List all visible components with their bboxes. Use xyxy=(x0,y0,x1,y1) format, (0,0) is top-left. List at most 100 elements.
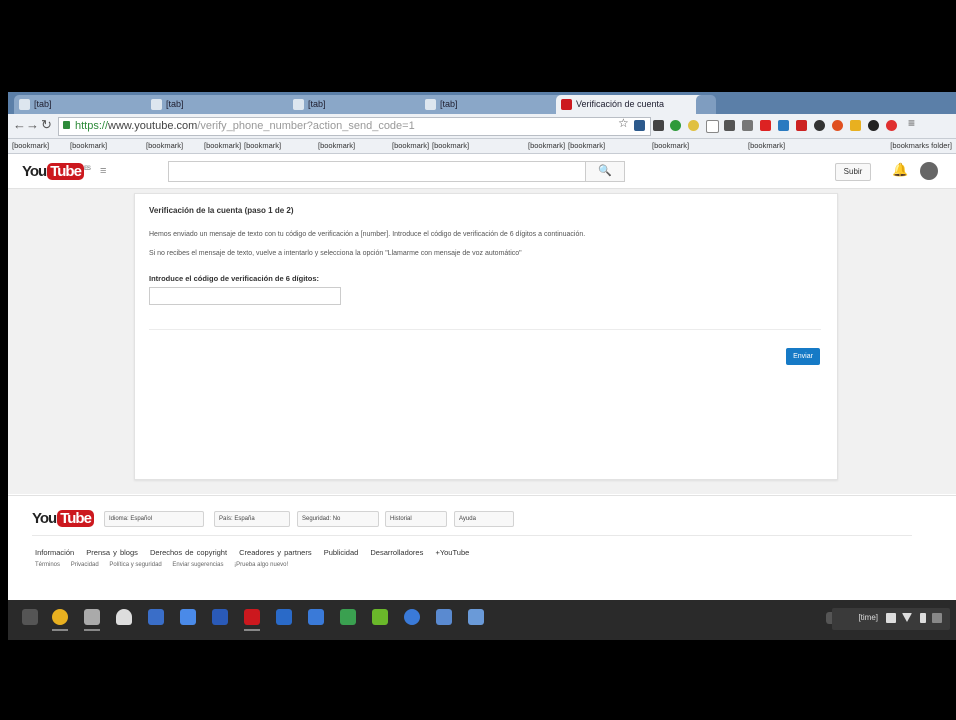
extension-icon[interactable] xyxy=(814,120,825,131)
keep-icon[interactable] xyxy=(308,609,324,625)
running-indicator xyxy=(52,629,68,631)
bookmark-item[interactable]: [bookmark] xyxy=(748,141,785,150)
calendar-icon[interactable] xyxy=(212,609,228,625)
footer-link[interactable]: ¡Prueba algo nuevo! xyxy=(234,562,288,568)
star-icon[interactable]: ☆ xyxy=(618,116,629,130)
clock: [time] xyxy=(858,613,878,622)
footer-youtube-logo[interactable]: You Tube xyxy=(32,510,94,527)
extension-icon[interactable] xyxy=(886,120,897,131)
bookmark-item[interactable]: [bookmark] xyxy=(204,141,241,150)
extension-icon[interactable] xyxy=(634,120,645,131)
photos-icon[interactable] xyxy=(468,609,484,625)
browser-tab[interactable]: [tab]× xyxy=(14,95,162,114)
browser-tab[interactable]: [tab]× xyxy=(420,95,572,114)
bookmark-item[interactable]: [bookmark] xyxy=(568,141,605,150)
menu-icon[interactable]: ≡ xyxy=(908,116,915,130)
footer-link[interactable]: Privacidad xyxy=(71,562,99,568)
forward-arrow-icon[interactable]: → xyxy=(26,117,39,132)
extension-icon[interactable] xyxy=(706,120,719,133)
extension-icon[interactable] xyxy=(868,120,879,131)
bookmark-item[interactable]: [bookmark] xyxy=(318,141,355,150)
youtube-logo[interactable]: You Tube ES xyxy=(22,163,91,180)
other-bookmarks-folder[interactable]: [bookmarks folder] xyxy=(890,141,952,150)
bookmarks-bar: [bookmark] [bookmark] [bookmark] [bookma… xyxy=(8,139,956,154)
guide-menu-icon[interactable]: ≡ xyxy=(100,165,106,177)
tab-favicon-icon xyxy=(19,99,30,110)
shield-icon[interactable] xyxy=(276,609,292,625)
browser-tab[interactable]: [tab]× xyxy=(288,95,436,114)
tab-label: [tab] xyxy=(440,99,458,109)
app-launcher-icon[interactable] xyxy=(22,609,38,625)
back-arrow-icon[interactable]: ← xyxy=(13,117,26,132)
browser-tab-active[interactable]: Verificación de cuenta× xyxy=(556,95,712,114)
verification-voice-hint: Si no recibes el mensaje de texto, vuelv… xyxy=(149,250,522,257)
new-tab-button[interactable] xyxy=(696,95,716,114)
extension-icon[interactable] xyxy=(778,120,789,131)
extension-icon[interactable] xyxy=(670,120,681,131)
bookmark-item[interactable]: [bookmark] xyxy=(70,141,107,150)
search-input[interactable] xyxy=(168,161,586,182)
footer-link[interactable]: Enviar sugerencias xyxy=(172,562,223,568)
verification-code-input[interactable] xyxy=(149,287,341,305)
submit-button[interactable]: Enviar xyxy=(786,348,820,365)
extension-icon[interactable] xyxy=(653,120,664,131)
footer-link[interactable]: Prensa y blogs xyxy=(86,548,138,557)
extension-icon[interactable] xyxy=(850,120,861,131)
language-select[interactable]: Idioma: Español xyxy=(104,511,204,527)
lock-icon xyxy=(63,121,70,129)
extension-icon[interactable] xyxy=(742,120,753,131)
avatar[interactable] xyxy=(920,162,938,180)
footer-link[interactable]: Información xyxy=(35,548,74,557)
footer-link[interactable]: Publicidad xyxy=(324,548,359,557)
footer-link[interactable]: Desarrolladores xyxy=(370,548,423,557)
reload-icon[interactable]: ↻ xyxy=(41,117,52,133)
footer-link[interactable]: Creadores y partners xyxy=(239,548,311,557)
search-button[interactable]: 🔍 xyxy=(585,161,625,182)
bookmark-item[interactable]: [bookmark] xyxy=(392,141,429,150)
bookmark-item[interactable]: [bookmark] xyxy=(652,141,689,150)
docs-icon[interactable] xyxy=(148,609,164,625)
download-icon[interactable] xyxy=(372,609,388,625)
footer-link[interactable]: Política y seguridad xyxy=(109,562,161,568)
tab-label: [tab] xyxy=(308,99,326,109)
footer-link[interactable]: Derechos de copyright xyxy=(150,548,227,557)
bookmark-item[interactable]: [bookmark] xyxy=(12,141,49,150)
display-icon xyxy=(886,613,896,623)
bookmark-item[interactable]: [bookmark] xyxy=(432,141,469,150)
address-bar[interactable]: https://www.youtube.com/verify_phone_num… xyxy=(58,117,651,136)
browser-toolbar: ← → ↻ https://www.youtube.com/verify_pho… xyxy=(8,114,956,139)
divider xyxy=(149,329,821,330)
tab-favicon-icon xyxy=(425,99,436,110)
code-label: Introduce el código de verificación de 6… xyxy=(149,274,320,283)
chrome-icon[interactable] xyxy=(52,609,68,625)
drive-icon[interactable] xyxy=(340,609,356,625)
tab-label: Verificación de cuenta xyxy=(576,99,665,109)
headphones-icon[interactable] xyxy=(116,609,132,625)
safety-select[interactable]: Seguridad: No xyxy=(297,511,379,527)
verification-card: Verificación de la cuenta (paso 1 de 2) … xyxy=(134,193,838,480)
country-select[interactable]: País: España xyxy=(214,511,290,527)
mail-icon[interactable] xyxy=(84,609,100,625)
upload-button[interactable]: Subir xyxy=(835,163,871,181)
bookmark-item[interactable]: [bookmark] xyxy=(528,141,565,150)
tab-label: [tab] xyxy=(166,99,184,109)
footer-link[interactable]: Términos xyxy=(35,562,60,568)
logo-you: You xyxy=(22,163,47,180)
history-button[interactable]: Historial xyxy=(385,511,447,527)
maps-icon[interactable] xyxy=(404,609,420,625)
files-icon[interactable] xyxy=(436,609,452,625)
extension-icon[interactable] xyxy=(724,120,735,131)
notifications-bell-icon[interactable]: 🔔 xyxy=(892,162,908,178)
extension-icon[interactable] xyxy=(796,120,807,131)
extension-icon[interactable] xyxy=(688,120,699,131)
footer-links-primary: Información Prensa y blogs Derechos de c… xyxy=(35,548,478,557)
footer-link[interactable]: +YouTube xyxy=(435,548,469,557)
bookmark-item[interactable]: [bookmark] xyxy=(146,141,183,150)
browser-tab[interactable]: [tab]× xyxy=(146,95,304,114)
document-icon[interactable] xyxy=(180,609,196,625)
extension-icon[interactable] xyxy=(760,120,771,131)
extension-icon[interactable] xyxy=(832,120,843,131)
youtube-icon[interactable] xyxy=(244,609,260,625)
help-button[interactable]: Ayuda xyxy=(454,511,514,527)
bookmark-item[interactable]: [bookmark] xyxy=(244,141,281,150)
